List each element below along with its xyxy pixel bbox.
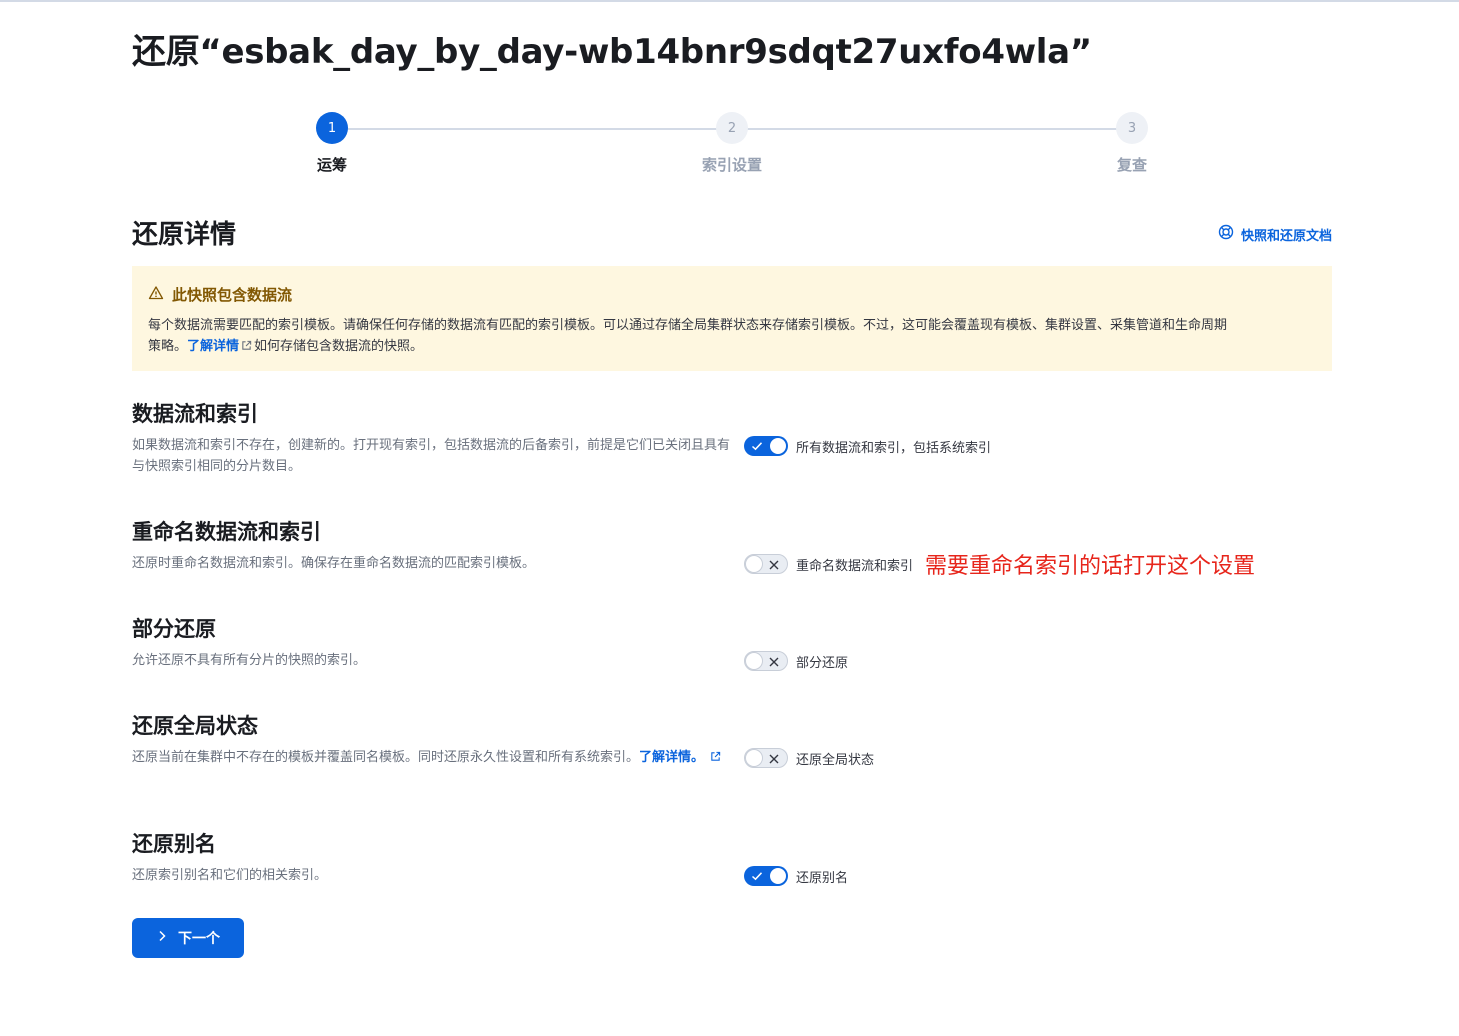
step-number: 1 bbox=[316, 112, 348, 144]
step-number: 3 bbox=[1116, 112, 1148, 144]
cross-icon bbox=[767, 751, 781, 770]
setting-description: 允许还原不具有所有分片的快照的索引。 bbox=[132, 653, 367, 668]
setting-partial: 部分还原 允许还原不具有所有分片的快照的索引。 部分还原 bbox=[132, 613, 1332, 671]
switch-knob bbox=[745, 555, 763, 573]
step-label: 运筹 bbox=[316, 156, 347, 174]
warning-icon bbox=[148, 285, 164, 305]
external-link-icon bbox=[241, 337, 252, 358]
check-icon bbox=[750, 868, 764, 887]
setting-title: 还原别名 bbox=[132, 832, 216, 856]
setting-aliases: 还原别名 还原索引别名和它们的相关索引。 还原别名 bbox=[132, 828, 1332, 886]
step-number: 2 bbox=[716, 112, 748, 144]
switch-label: 重命名数据流和索引 bbox=[796, 558, 914, 574]
next-button[interactable]: 下一个 bbox=[132, 918, 244, 958]
setting-global-state: 还原全局状态 还原当前在集群中不存在的模板并覆盖同名模板。同时还原永久性设置和所… bbox=[132, 710, 1332, 768]
switch-label: 还原别名 bbox=[796, 870, 849, 886]
cross-icon bbox=[767, 654, 781, 673]
step-label: 复查 bbox=[1116, 156, 1147, 174]
setting-description: 还原索引别名和它们的相关索引。 bbox=[132, 868, 328, 883]
step-1[interactable]: 1 运筹 bbox=[232, 112, 432, 175]
red-annotation: 需要重命名索引的话打开这个设置 bbox=[925, 554, 1256, 579]
next-button-label: 下一个 bbox=[178, 931, 220, 947]
all-indices-switch[interactable] bbox=[744, 436, 788, 456]
setting-description: 如果数据流和索引不存在，创建新的。打开现有索引，包括数据流的后备索引，前提是它们… bbox=[132, 438, 731, 474]
top-border bbox=[0, 0, 1459, 2]
callout-title: 此快照包含数据流 bbox=[172, 286, 293, 304]
setting-title: 部分还原 bbox=[132, 617, 216, 641]
switch-knob bbox=[745, 749, 763, 767]
page-title: 还原“esbak_day_by_day-wb14bnr9sdqt27uxfo4w… bbox=[132, 32, 1092, 72]
step-label: 索引设置 bbox=[701, 156, 762, 174]
setting-description: 还原当前在集群中不存在的模板并覆盖同名模板。同时还原永久性设置和所有系统索引。了… bbox=[132, 747, 732, 769]
setting-title: 还原全局状态 bbox=[132, 714, 258, 738]
switch-knob bbox=[745, 652, 763, 670]
callout-text: 每个数据流需要匹配的索引模板。请确保任何存储的数据流有匹配的索引模板。可以通过存… bbox=[148, 318, 1228, 333]
step-2[interactable]: 2 索引设置 bbox=[632, 112, 832, 175]
setting-title: 重命名数据流和索引 bbox=[132, 520, 321, 544]
switch-knob bbox=[769, 867, 787, 885]
global-state-learn-more-link[interactable]: 了解详情。 bbox=[639, 750, 704, 765]
external-link-icon bbox=[710, 748, 721, 769]
switch-label: 还原全局状态 bbox=[796, 752, 875, 768]
setting-description: 还原时重命名数据流和索引。确保存在重命名数据流的匹配索引模板。 bbox=[132, 556, 536, 571]
step-3[interactable]: 3 复查 bbox=[1032, 112, 1232, 175]
rename-switch[interactable] bbox=[744, 554, 788, 574]
learn-more-link[interactable]: 了解详情 bbox=[187, 339, 239, 354]
global-state-switch[interactable] bbox=[744, 748, 788, 768]
callout-text: 策略。 bbox=[148, 339, 188, 354]
docs-link[interactable]: 快照和还原文档 bbox=[1218, 224, 1332, 244]
aliases-switch[interactable] bbox=[744, 866, 788, 886]
setting-data-streams: 数据流和索引 如果数据流和索引不存在，创建新的。打开现有索引，包括数据流的后备索… bbox=[132, 398, 1332, 474]
partial-restore-switch[interactable] bbox=[744, 651, 788, 671]
stepper: 1 运筹 2 索引设置 3 复查 bbox=[132, 112, 1332, 182]
setting-rename: 重命名数据流和索引 还原时重命名数据流和索引。确保存在重命名数据流的匹配索引模板… bbox=[132, 516, 1332, 579]
setting-description-text: 还原当前在集群中不存在的模板并覆盖同名模板。同时还原永久性设置和所有系统索引。 bbox=[132, 750, 640, 765]
help-lifebuoy-icon bbox=[1218, 224, 1234, 244]
check-icon bbox=[750, 438, 764, 457]
chevron-right-icon bbox=[156, 930, 168, 946]
restore-details-title: 还原详情 bbox=[132, 220, 237, 250]
cross-icon bbox=[767, 557, 781, 576]
setting-title: 数据流和索引 bbox=[132, 402, 258, 426]
data-streams-callout: 此快照包含数据流 每个数据流需要匹配的索引模板。请确保任何存储的数据流有匹配的索… bbox=[132, 266, 1332, 371]
switch-label: 部分还原 bbox=[796, 655, 849, 671]
switch-knob bbox=[769, 437, 787, 455]
docs-link-label: 快照和还原文档 bbox=[1240, 228, 1332, 244]
callout-text: 如何存储包含数据流的快照。 bbox=[254, 339, 424, 354]
switch-label: 所有数据流和索引，包括系统索引 bbox=[796, 440, 992, 456]
